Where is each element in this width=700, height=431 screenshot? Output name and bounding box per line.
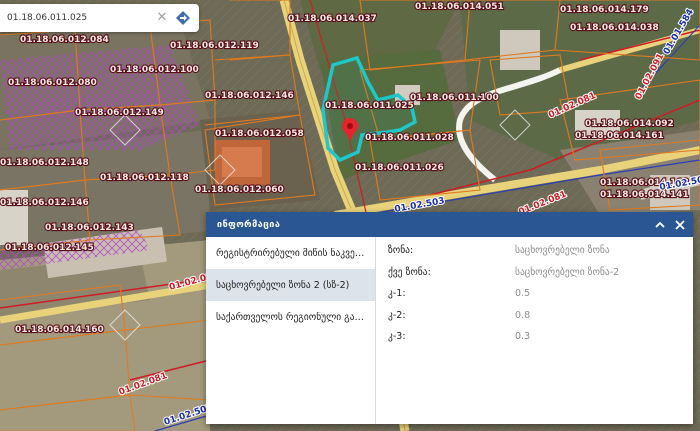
attribute-row: კ-2: 0.8 [376,305,693,327]
collapse-icon[interactable] [653,218,667,232]
attribute-row: ქვე ზონა: საცხოვრებელი ზონა-2 [376,262,693,284]
info-panel-body: რეგისტრირებული მიწის ნაკვეთი საცხოვრებელ… [206,237,693,424]
parcel-label: 01.18.06.014.141 [600,190,689,200]
info-panel-title: ინფორმაცია [217,219,281,230]
attribute-key: კ-3: [388,331,406,343]
parcel-label: 01.18.06.012.146 [205,91,294,101]
info-panel: ინფორმაცია რეგისტრირებული მიწის ნაკვეთი … [206,212,693,424]
parcel-label: 01.18.06.012.060 [195,185,284,195]
layer-list: რეგისტრირებული მიწის ნაკვეთი საცხოვრებელ… [206,237,376,424]
layer-list-item-label: საცხოვრებელი ზონა 2 (სზ-2) [216,279,350,291]
parcel-label: 01.18.06.011.025 [325,101,414,111]
attribute-row: კ-3: 0.3 [376,326,693,348]
parcel-label: 01.18.06.014.160 [15,325,104,335]
search-box[interactable]: 01.18.06.011.025 ✕ [0,4,199,32]
parcel-label: 01.18.06.012.146 [0,198,89,208]
parcel-label: 01.18.06.012.149 [75,108,164,118]
parcel-label: 01.18.06.012.148 [0,158,89,168]
attribute-key: კ-2: [388,309,406,321]
directions-icon[interactable] [175,10,191,26]
layer-list-item-selected[interactable]: საცხოვრებელი ზონა 2 (სზ-2) [206,269,375,301]
attribute-value: საცხოვრებელი ზონა [515,245,610,257]
parcel-label: 01.18.06.014.037 [288,14,377,24]
parcel-label: 01.18.06.012.100 [110,65,199,75]
close-icon[interactable] [673,218,687,232]
attribute-value: საცხოვრებელი ზონა-2 [515,266,620,278]
parcel-label: 01.18.06.012.058 [215,129,304,139]
attribute-value: 0.3 [515,331,531,343]
info-panel-header: ინფორმაცია [206,212,693,237]
layer-list-item-label: რეგისტრირებული მიწის ნაკვეთი [216,247,366,259]
attribute-row: კ-1: 0.5 [376,283,693,305]
parcel-label: 01.18.06.012.084 [20,35,109,45]
attribute-key: კ-1: [388,288,406,300]
parcel-label: 01.18.06.012.145 [5,243,94,253]
clear-icon[interactable]: ✕ [155,11,169,25]
parcel-label: 01.18.06.014.038 [570,23,659,33]
layer-list-item[interactable]: საქართველოს რეგიონული განვითარება [206,301,375,333]
parcel-label: 01.18.06.012.119 [170,41,259,51]
attribute-value: 0.5 [515,288,531,300]
parcel-label: 01.18.06.011.026 [355,163,444,173]
parcel-label: 01.18.06.012.118 [100,173,189,183]
parcel-label: 01.18.06.012.080 [8,78,97,88]
parcel-label: 01.18.06.011.028 [365,133,454,143]
layer-list-item-label: საქართველოს რეგიონული განვითარება [216,311,366,323]
search-input[interactable]: 01.18.06.011.025 [7,13,155,23]
layer-list-item[interactable]: რეგისტრირებული მიწის ნაკვეთი [206,237,375,269]
parcel-label: 01.18.06.012.143 [45,223,134,233]
parcel-label: 01.18.06.014.092 [585,119,674,129]
attribute-row: ზონა: საცხოვრებელი ზონა [376,240,693,262]
parcel-label: 01.18.06.014.051 [415,2,504,12]
attribute-key: ქვე ზონა: [388,266,431,278]
attribute-key: ზონა: [388,245,414,257]
attribute-table: ზონა: საცხოვრებელი ზონა ქვე ზონა: საცხოვრე… [376,237,693,424]
parcel-label: 01.18.06.014.179 [560,5,649,15]
parcel-label: 01.18.06.014.161 [575,131,664,141]
attribute-value: 0.8 [515,309,531,321]
parcel-label: 01.18.06.011.100 [410,93,499,103]
